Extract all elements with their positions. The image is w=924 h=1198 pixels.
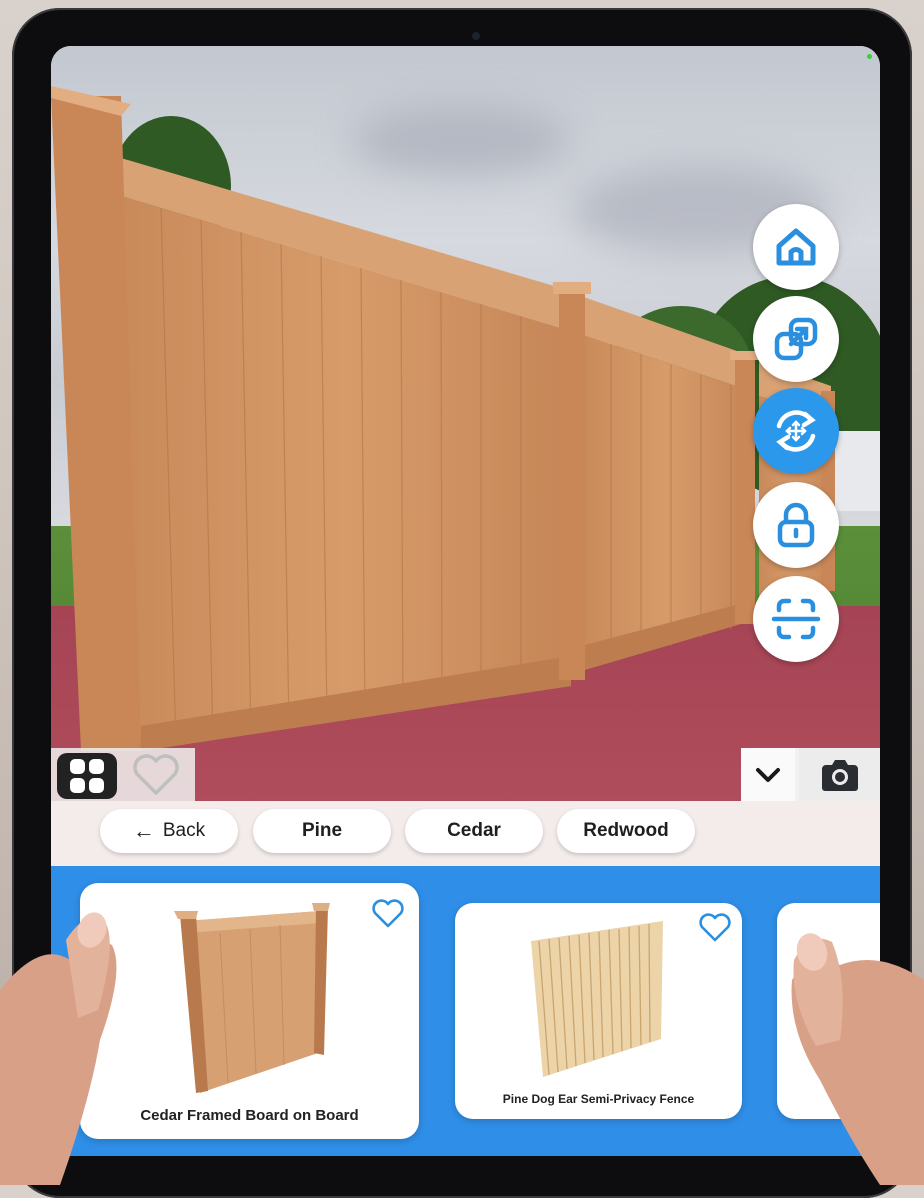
status-indicator (867, 54, 872, 59)
filter-cedar[interactable]: Cedar (405, 809, 543, 853)
move-rotate-icon (776, 410, 816, 452)
ar-camera-view[interactable] (51, 46, 880, 801)
front-camera (472, 32, 480, 40)
back-label: Back (162, 820, 206, 841)
fence-post (735, 356, 755, 624)
product-thumbnail (531, 921, 663, 1077)
filter-label: Cedar (447, 820, 501, 841)
scan-icon (771, 598, 821, 640)
product-name: Cedar Framed Board on Board (140, 1107, 359, 1124)
back-button[interactable]: ← Back (100, 809, 238, 853)
product-carousel[interactable]: Cedar Framed Board on Board Pine Dog Ear… (51, 866, 880, 1156)
chevron-down-icon (756, 768, 780, 782)
filter-label: Pine (301, 820, 343, 841)
catalog-grid-button[interactable] (57, 753, 117, 799)
material-filter-bar: ← Back Pine Cedar Redwood (51, 801, 880, 866)
capture-photo-button[interactable] (799, 748, 880, 801)
filter-label: Redwood (583, 820, 669, 841)
link-button[interactable] (753, 296, 839, 382)
product-card[interactable]: Pine Dog Ear Semi-Privacy Fence (455, 903, 742, 1119)
filter-redwood[interactable]: Redwood (557, 809, 695, 853)
favorites-button[interactable] (129, 750, 183, 800)
collapse-button[interactable] (741, 748, 795, 801)
arrow-left-icon: ← (132, 818, 155, 843)
camera-icon (821, 760, 858, 791)
favorite-heart-icon[interactable] (698, 913, 732, 943)
right-hand (791, 933, 924, 1185)
move-rotate-button[interactable] (753, 388, 839, 474)
left-hand (0, 912, 117, 1185)
home-icon (776, 228, 816, 266)
fence-post (559, 288, 585, 680)
product-card[interactable]: Cedar Framed Board on Board (80, 883, 419, 1139)
home-button[interactable] (753, 204, 839, 290)
post-cap (553, 282, 591, 294)
scan-button[interactable] (753, 576, 839, 662)
heart-icon (133, 754, 179, 795)
product-thumbnail (174, 903, 330, 1093)
lock-button[interactable] (753, 482, 839, 568)
lock-icon (777, 502, 815, 548)
filter-pine[interactable]: Pine (253, 809, 391, 853)
favorite-heart-icon[interactable] (371, 899, 405, 929)
product-name: Pine Dog Ear Semi-Privacy Fence (502, 1092, 695, 1106)
app-screen: ← Back Pine Cedar Redwood Cedar Framed B… (51, 46, 880, 1156)
grid-icon (70, 759, 104, 793)
link-icon (774, 317, 818, 361)
